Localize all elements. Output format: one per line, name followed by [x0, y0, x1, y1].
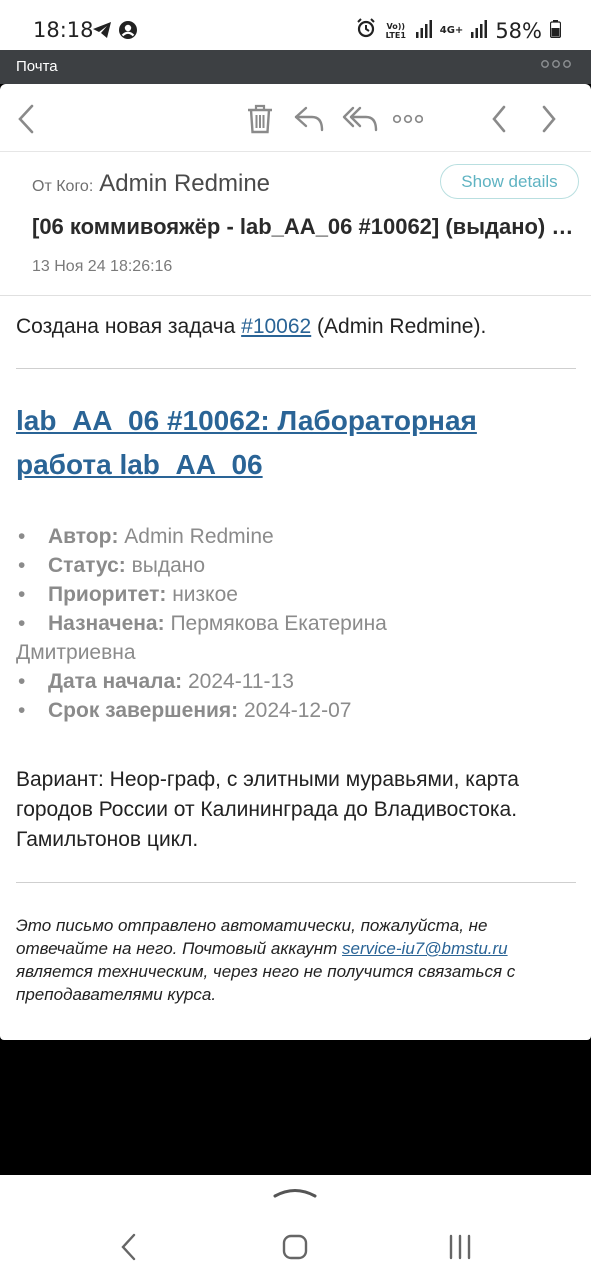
detail-assignee: Назначена: Пермякова ЕкатеринаДмитриевна — [16, 609, 576, 667]
volte-label: Vo)) LTE1 — [385, 21, 406, 40]
message-date: 13 Ноя 24 18:26:16 — [32, 258, 173, 275]
message-subject: [06 коммивояжёр - lab_AA_06 #10062] (выд… — [32, 214, 580, 239]
detail-priority: Приоритет: низкое — [16, 580, 576, 609]
issue-details-list: Автор: Admin Redmine Статус: выдано Прио… — [16, 522, 576, 725]
service-email-link[interactable]: service-iu7@bmstu.ru — [342, 939, 508, 958]
show-details-button[interactable]: Show details — [440, 164, 579, 199]
account-icon — [118, 20, 138, 45]
signal-icon-2 — [471, 19, 488, 43]
app-header: Почта — [0, 50, 591, 84]
battery-percent: 58% — [495, 18, 542, 43]
next-message-icon[interactable] — [532, 102, 566, 136]
nav-recents-icon[interactable] — [440, 1227, 480, 1267]
detail-due-date: Срок завершения: 2024-12-07 — [16, 696, 576, 725]
intro-text: Создана новая задача #10062 (Admin Redmi… — [16, 315, 487, 338]
signal-icon — [415, 19, 432, 43]
system-nav-bar — [0, 1175, 591, 1280]
mail-toolbar — [0, 84, 591, 152]
issue-number-link[interactable]: #10062 — [241, 315, 311, 338]
trash-icon[interactable] — [243, 102, 277, 136]
detail-start-date: Дата начала: 2024-11-13 — [16, 667, 576, 696]
swipe-up-handle-icon[interactable] — [272, 1185, 318, 1199]
divider-2 — [16, 882, 576, 883]
detail-author: Автор: Admin Redmine — [16, 522, 576, 551]
variant-text: Вариант: Неор-граф, с элитными муравьями… — [16, 768, 519, 851]
status-bar: 18:18 Vo)) LTE1 4G+ 58% — [0, 0, 591, 50]
nav-home-icon[interactable] — [275, 1227, 315, 1267]
app-title: Почта — [16, 58, 58, 75]
reply-icon[interactable] — [292, 102, 326, 136]
sender-name[interactable]: Admin Redmine — [99, 170, 270, 198]
header-more-icon[interactable] — [541, 56, 571, 72]
divider — [16, 368, 576, 369]
detail-status: Статус: выдано — [16, 551, 576, 580]
more-icon[interactable] — [391, 102, 425, 136]
nav-back-icon[interactable] — [109, 1227, 149, 1267]
prev-message-icon[interactable] — [482, 102, 516, 136]
reply-all-icon[interactable] — [340, 102, 380, 136]
from-row: От Кого: Admin Redmine — [32, 170, 270, 198]
from-label: От Кого: — [32, 178, 94, 195]
back-icon[interactable] — [9, 102, 43, 136]
status-time: 18:18 — [33, 18, 94, 42]
network-type-label: 4G+ — [439, 25, 464, 36]
message-header: От Кого: Admin Redmine Show details [06 … — [0, 152, 591, 296]
battery-icon — [549, 19, 562, 43]
message-body: Создана новая задача #10062 (Admin Redmi… — [16, 312, 576, 1006]
alarm-icon — [356, 18, 376, 43]
issue-title-link[interactable]: lab_AA_06 #10062: Лабораторная работа la… — [16, 399, 576, 487]
telegram-icon — [92, 21, 112, 44]
auto-notice: Это письмо отправлено автоматически, пож… — [16, 916, 516, 1004]
mail-view: От Кого: Admin Redmine Show details [06 … — [0, 84, 591, 1040]
